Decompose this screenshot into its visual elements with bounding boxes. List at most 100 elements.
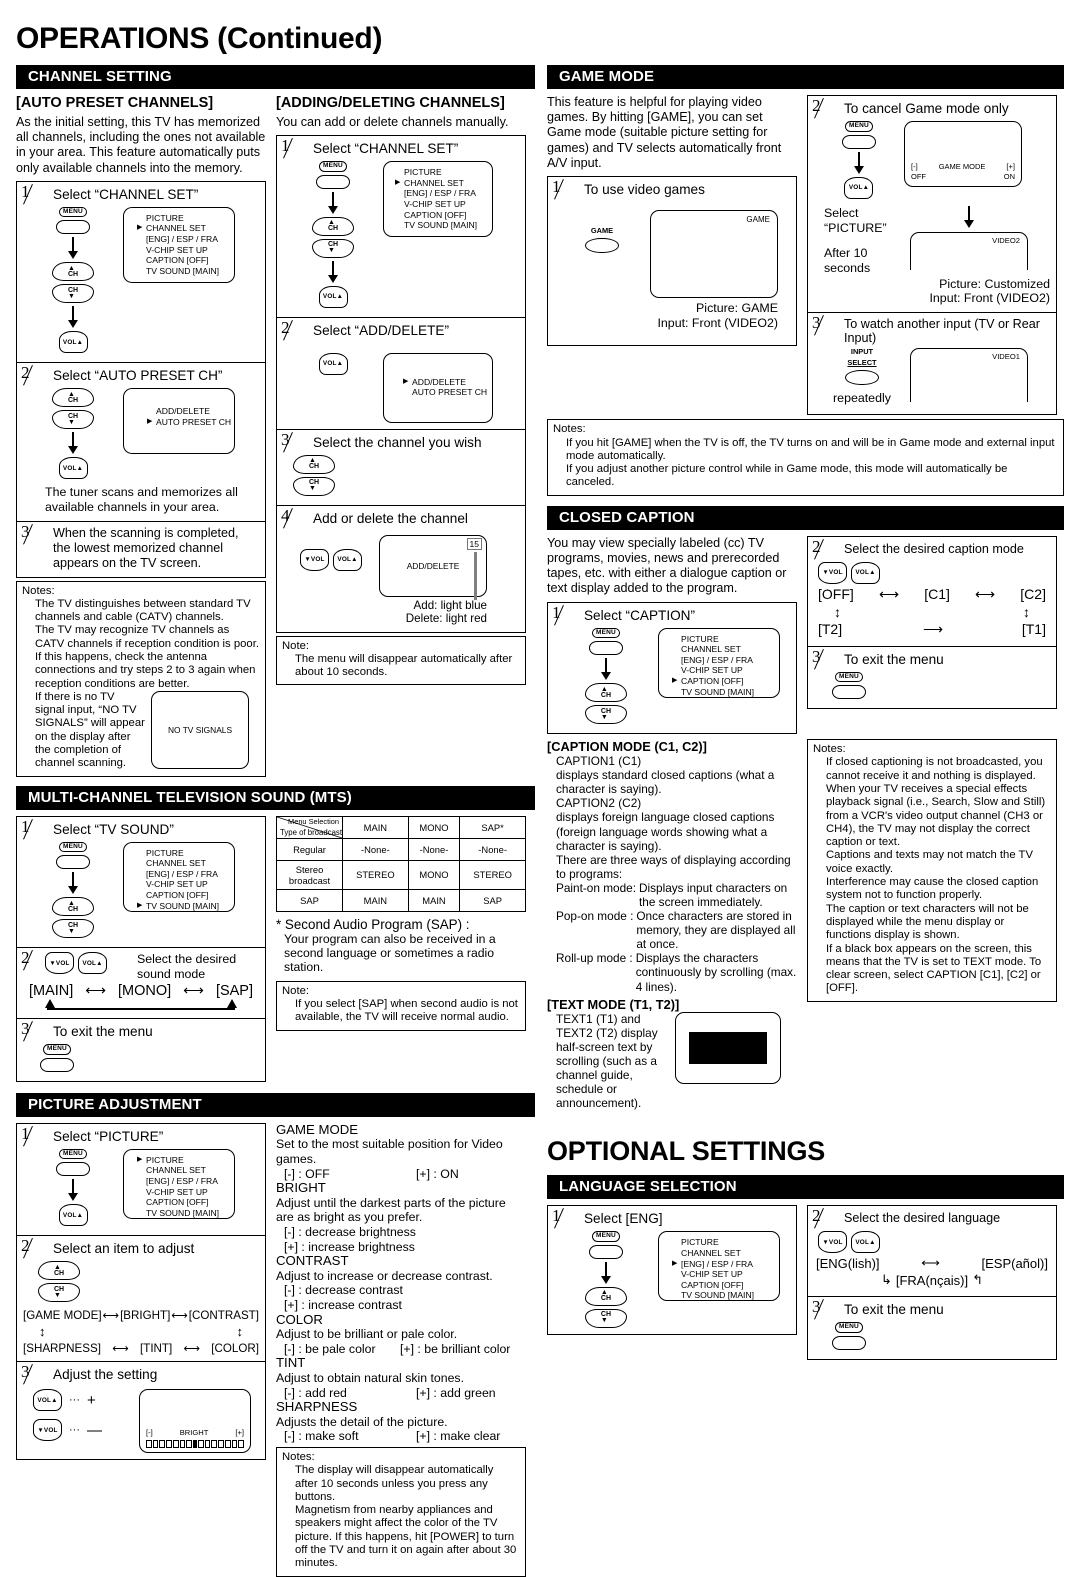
game-button[interactable] xyxy=(584,238,619,254)
mode-name: Paint-on mode: xyxy=(555,880,636,895)
volume-up-button[interactable]: VOL ▲ xyxy=(58,1204,88,1227)
osd-item-vchip: V-CHIP SET UP xyxy=(404,198,466,209)
step-title: Select “ADD/DELETE” xyxy=(313,322,449,338)
arrow-double-icon: ⟷ xyxy=(183,983,204,1000)
menu-button[interactable] xyxy=(831,1335,866,1350)
input-select-button[interactable] xyxy=(844,370,879,386)
item-name: COLOR xyxy=(276,1311,323,1327)
mode-name: Roll-up mode : xyxy=(555,951,633,966)
page-title: OPERATIONS (Continued) xyxy=(16,22,383,55)
picture-items-list: GAME MODE Set to the most suitable posit… xyxy=(276,1122,526,1444)
channel-down-button[interactable]: CH ▼ xyxy=(52,410,94,430)
menu-button[interactable] xyxy=(588,641,623,656)
cycle-loop-line xyxy=(23,999,259,1012)
osd-channel-number: 15 xyxy=(466,537,482,550)
note-3: Captions and texts may not match the TV … xyxy=(825,849,1033,875)
channel-up-button[interactable]: ▲ CH xyxy=(293,454,335,474)
osd-menu-screen: PICTURE CHANNEL SET [ENG] / ESP / FRA V-… xyxy=(123,206,235,283)
channel-down-button[interactable]: CH ▼ xyxy=(584,1308,627,1328)
item-plus: [+] : increase brightness xyxy=(284,1239,415,1254)
sound-mode-sap: [SAP] xyxy=(215,983,254,1000)
osd-minus-label: [-] xyxy=(146,1427,153,1437)
step-number: 2 xyxy=(281,317,290,337)
arrow-double-icon: ⟷ xyxy=(975,585,996,602)
menu-button[interactable] xyxy=(40,1057,74,1072)
channel-up-button[interactable]: ▲ CH xyxy=(52,262,94,282)
menu-button[interactable] xyxy=(56,855,90,870)
channel-down-button[interactable]: CH ▼ xyxy=(52,284,94,304)
osd-item-vchip: V-CHIP SET UP xyxy=(146,1186,208,1197)
picture-step-1: 1 Select “PICTURE” MENU VOL ▲ ▶ PICTURE … xyxy=(17,1124,265,1236)
language-steps-2-3: 2 Select the desired language ▼ VOL VOL ▲ … xyxy=(806,1205,1057,1360)
volume-down-button[interactable]: ▼ VOL xyxy=(45,952,74,975)
language-esp: [ESP(añol)] xyxy=(981,1255,1048,1271)
volume-up-button[interactable]: VOL ▲ xyxy=(318,285,348,308)
channel-up-button[interactable]: ▲ CH xyxy=(52,897,94,917)
channel-up-button[interactable]: ▲ CH xyxy=(52,388,94,408)
volume-up-button[interactable]: VOL ▲ xyxy=(850,1231,880,1254)
game-after-10s: After 10 seconds xyxy=(823,245,871,275)
menu-key-label: MENU xyxy=(835,671,863,683)
menu-button[interactable] xyxy=(588,1244,623,1259)
language-eng: [ENG(lish)] xyxy=(815,1255,880,1271)
caption-mode-c1: [C1] xyxy=(924,586,950,603)
add-delete-step-4: 4 Add or delete the channel ▼ VOL VOL ▲ AD… xyxy=(277,504,525,632)
picture-item: TINT Adjust to obtain natural skin tones… xyxy=(276,1356,526,1400)
channel-up-button[interactable]: ▲ CH xyxy=(584,683,627,703)
volume-up-button[interactable]: VOL ▲ xyxy=(58,331,88,354)
osd-item-caption: CAPTION [OFF] xyxy=(146,255,209,266)
osd-off-label: OFF xyxy=(910,171,926,181)
auto-preset-heading: [AUTO PRESET CHANNELS] xyxy=(16,95,214,111)
channel-down-button[interactable]: CH ▼ xyxy=(52,919,94,939)
input-key-label: INPUT xyxy=(850,347,874,357)
step-title: Select “CAPTION” xyxy=(583,607,696,623)
volume-down-button[interactable]: ▼ VOL xyxy=(817,1231,847,1254)
osd-item-picture: PICTURE xyxy=(137,1155,227,1166)
osd-item-tvsound: TV SOUND [MAIN] xyxy=(680,686,755,697)
arrow-vertical-icon: ↕ xyxy=(39,1324,46,1340)
volume-down-button[interactable]: ▼ VOL xyxy=(33,1419,62,1442)
menu-key-label: MENU xyxy=(59,841,87,853)
menu-key-label: MENU xyxy=(845,121,873,132)
menu-button[interactable] xyxy=(831,685,866,700)
step-number: 3 xyxy=(811,646,821,666)
arrow-down-icon xyxy=(68,1179,78,1202)
note-1: If you select [SAP] when second audio is… xyxy=(295,998,518,1024)
channel-up-button[interactable]: ▲ CH xyxy=(312,216,354,236)
volume-up-button[interactable]: VOL ▲ xyxy=(33,1389,62,1412)
auto-preset-intro: As the initial setting, this TV has memo… xyxy=(16,115,266,175)
volume-up-button[interactable]: VOL ▲ xyxy=(333,548,362,571)
step-number: 1 xyxy=(281,136,290,156)
closed-caption-right: 2 Select the desired caption mode ▼ VOL V… xyxy=(806,535,1057,734)
add-delete-step-1: 1 Select “CHANNEL SET” MENU ▲ CH CH ▼ VO… xyxy=(277,136,525,317)
step-title: To watch another input (TV or Rear Input… xyxy=(843,316,1040,346)
osd-menu-screen: PICTURE CHANNEL SET [ENG] / ESP / FRA V-… xyxy=(123,1148,235,1219)
callout-line xyxy=(474,551,477,600)
volume-down-button[interactable]: ▼ VOL xyxy=(300,548,329,571)
volume-up-button[interactable]: VOL ▲ xyxy=(318,352,348,375)
menu-button[interactable] xyxy=(316,174,350,189)
volume-up-button[interactable]: VOL ▲ xyxy=(844,176,874,199)
step-title: Select the desired caption mode xyxy=(843,541,1024,556)
channel-down-button[interactable]: CH ▼ xyxy=(584,705,627,725)
volume-up-button[interactable]: VOL ▲ xyxy=(78,952,107,975)
volume-up-button[interactable]: VOL ▲ xyxy=(850,561,880,584)
channel-down-button[interactable]: CH ▼ xyxy=(312,238,354,258)
channel-up-button[interactable]: ▲ CH xyxy=(38,1261,80,1281)
notes-heading: Notes: xyxy=(282,1450,315,1463)
menu-button[interactable] xyxy=(56,220,90,235)
osd-minus-label: [-] xyxy=(910,161,918,171)
arrow-double-icon: ⟷ xyxy=(102,1309,120,1323)
channel-down-button[interactable]: CH ▼ xyxy=(38,1283,80,1303)
osd-on-label: ON xyxy=(1003,171,1015,181)
volume-down-button[interactable]: ▼ VOL xyxy=(817,561,847,584)
channel-up-button[interactable]: ▲ CH xyxy=(584,1286,627,1306)
volume-up-button[interactable]: VOL ▲ xyxy=(58,457,88,480)
channel-down-button[interactable]: CH ▼ xyxy=(293,476,335,496)
osd-menu-screen: PICTURE CHANNEL SET [ENG] / ESP / FRA V-… xyxy=(657,627,780,698)
step-title: Select “PICTURE” xyxy=(53,1128,164,1144)
mode-desc: Once characters are stored in memory, th… xyxy=(636,909,796,952)
osd-game-mode-screen: [-] GAME MODE [+] OFF ON xyxy=(903,121,1022,187)
menu-button[interactable] xyxy=(841,134,876,149)
menu-button[interactable] xyxy=(56,1162,90,1177)
